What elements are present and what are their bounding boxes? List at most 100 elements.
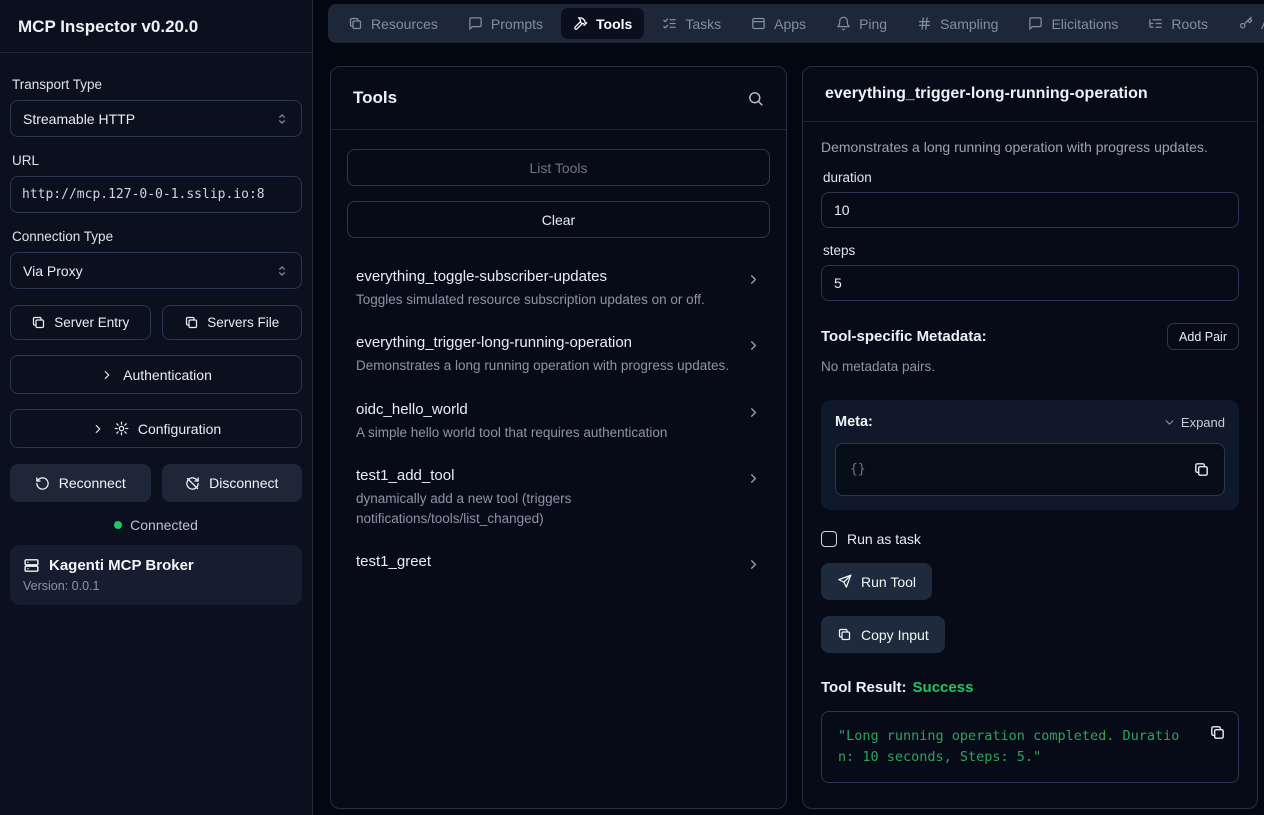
window-icon bbox=[751, 16, 766, 31]
steps-label: steps bbox=[823, 243, 1237, 258]
tool-list-item[interactable]: oidc_hello_world A simple hello world to… bbox=[356, 401, 761, 443]
tab-auth[interactable]: Auth bbox=[1226, 8, 1264, 39]
tools-panel-header: Tools bbox=[331, 67, 786, 130]
tab-roots[interactable]: Roots bbox=[1136, 8, 1220, 39]
tool-name: everything_toggle-subscriber-updates bbox=[356, 268, 736, 285]
copy-input-label: Copy Input bbox=[861, 627, 929, 643]
status-dot bbox=[114, 521, 122, 529]
chevron-right-icon bbox=[91, 422, 105, 436]
configuration-toggle[interactable]: Configuration bbox=[10, 409, 302, 448]
duration-label: duration bbox=[823, 170, 1237, 185]
server-entry-button[interactable]: Server Entry bbox=[10, 305, 151, 340]
gear-icon bbox=[114, 421, 129, 436]
meta-card-header: Meta: Expand bbox=[835, 414, 1225, 430]
url-label: URL bbox=[12, 153, 300, 168]
tool-description: dynamically add a new tool (triggers not… bbox=[356, 489, 736, 530]
tool-detail-description: Demonstrates a long running operation wi… bbox=[821, 139, 1239, 155]
tree-icon bbox=[1148, 16, 1163, 31]
result-status-badge: Success bbox=[913, 679, 974, 696]
sidebar-body: Transport Type Streamable HTTP URL Conne… bbox=[0, 53, 312, 613]
connection-buttons-row: Reconnect Disconnect bbox=[10, 464, 302, 502]
tool-list-item[interactable]: everything_trigger-long-running-operatio… bbox=[356, 334, 761, 376]
detail-panel-body: Demonstrates a long running operation wi… bbox=[803, 122, 1257, 800]
authentication-label: Authentication bbox=[123, 367, 212, 383]
clear-button[interactable]: Clear bbox=[347, 201, 770, 238]
run-as-task-label: Run as task bbox=[847, 531, 921, 547]
tool-description: Demonstrates a long running operation wi… bbox=[356, 356, 736, 376]
result-box: "Long running operation completed. Durat… bbox=[821, 711, 1239, 783]
tab-elicitations[interactable]: Elicitations bbox=[1016, 8, 1130, 39]
meta-label: Meta: bbox=[835, 414, 873, 430]
tool-name: everything_trigger-long-running-operatio… bbox=[356, 334, 736, 351]
tab-ping[interactable]: Ping bbox=[824, 8, 899, 39]
url-input[interactable] bbox=[10, 176, 302, 213]
metadata-header-row: Tool-specific Metadata: Add Pair bbox=[821, 323, 1239, 350]
chevron-right-icon bbox=[746, 272, 761, 287]
transport-type-label: Transport Type bbox=[12, 77, 300, 92]
tab-prompts[interactable]: Prompts bbox=[456, 8, 555, 39]
copy-icon[interactable] bbox=[1193, 461, 1210, 478]
tab-label: Tools bbox=[596, 16, 632, 32]
chat-icon bbox=[1028, 16, 1043, 31]
tool-list-item[interactable]: test1_add_tool dynamically add a new too… bbox=[356, 467, 761, 530]
connection-type-select[interactable]: Via Proxy bbox=[10, 252, 302, 289]
send-icon bbox=[837, 574, 852, 589]
run-as-task-row[interactable]: Run as task bbox=[821, 531, 1239, 547]
tool-name: oidc_hello_world bbox=[356, 401, 736, 418]
tool-list-item[interactable]: everything_toggle-subscriber-updates Tog… bbox=[356, 268, 761, 310]
rotate-icon bbox=[35, 476, 50, 491]
server-entry-label: Server Entry bbox=[54, 315, 129, 330]
list-checks-icon bbox=[662, 16, 677, 31]
select-chevrons-icon bbox=[275, 264, 289, 278]
top-tab-bar: Resources Prompts Tools Tasks Apps Ping … bbox=[328, 4, 1264, 43]
tab-apps[interactable]: Apps bbox=[739, 8, 818, 39]
connection-type-label: Connection Type bbox=[12, 229, 300, 244]
tab-label: Ping bbox=[859, 16, 887, 32]
reconnect-button[interactable]: Reconnect bbox=[10, 464, 151, 502]
tab-tools[interactable]: Tools bbox=[561, 8, 644, 39]
detail-panel-title: everything_trigger-long-running-operatio… bbox=[825, 85, 1148, 103]
copy-input-button[interactable]: Copy Input bbox=[821, 616, 945, 653]
sidebar: MCP Inspector v0.20.0 Transport Type Str… bbox=[0, 0, 313, 815]
transport-type-value: Streamable HTTP bbox=[23, 111, 135, 127]
disconnect-label: Disconnect bbox=[209, 475, 278, 491]
tab-label: Roots bbox=[1171, 16, 1208, 32]
run-tool-button[interactable]: Run Tool bbox=[821, 563, 932, 600]
search-icon[interactable] bbox=[747, 90, 764, 107]
tab-tasks[interactable]: Tasks bbox=[650, 8, 733, 39]
expand-toggle[interactable]: Expand bbox=[1163, 415, 1225, 430]
tab-label: Sampling bbox=[940, 16, 998, 32]
steps-input[interactable] bbox=[821, 265, 1239, 301]
list-tools-button[interactable]: List Tools bbox=[347, 149, 770, 186]
tools-list-panel: Tools List Tools Clear everything_toggle… bbox=[330, 66, 787, 809]
server-version: Version: 0.0.1 bbox=[23, 579, 289, 593]
transport-type-select[interactable]: Streamable HTTP bbox=[10, 100, 302, 137]
server-name: Kagenti MCP Broker bbox=[49, 557, 194, 574]
tab-label: Elicitations bbox=[1051, 16, 1118, 32]
hammer-icon bbox=[573, 16, 588, 31]
run-as-task-checkbox[interactable] bbox=[821, 531, 837, 547]
copy-icon[interactable] bbox=[1209, 724, 1226, 741]
status-text: Connected bbox=[130, 517, 198, 533]
disconnect-button[interactable]: Disconnect bbox=[162, 464, 303, 502]
select-chevrons-icon bbox=[275, 112, 289, 126]
duration-input[interactable] bbox=[821, 192, 1239, 228]
tab-resources[interactable]: Resources bbox=[336, 8, 450, 39]
tab-label: Apps bbox=[774, 16, 806, 32]
tools-panel-body: List Tools Clear everything_toggle-subsc… bbox=[331, 130, 786, 615]
add-pair-button[interactable]: Add Pair bbox=[1167, 323, 1239, 350]
tool-description: A simple hello world tool that requires … bbox=[356, 423, 736, 443]
tools-panel-title: Tools bbox=[353, 88, 397, 108]
tab-label: Prompts bbox=[491, 16, 543, 32]
result-text: "Long running operation completed. Durat… bbox=[838, 726, 1222, 768]
servers-file-button[interactable]: Servers File bbox=[162, 305, 303, 340]
connection-type-value: Via Proxy bbox=[23, 263, 83, 279]
authentication-toggle[interactable]: Authentication bbox=[10, 355, 302, 394]
tool-description: Toggles simulated resource subscription … bbox=[356, 290, 736, 310]
tab-sampling[interactable]: Sampling bbox=[905, 8, 1010, 39]
tool-list-item[interactable]: test1_greet bbox=[356, 553, 761, 572]
chevron-right-icon bbox=[746, 471, 761, 486]
bell-icon bbox=[836, 16, 851, 31]
chat-icon bbox=[468, 16, 483, 31]
server-info-card: Kagenti MCP Broker Version: 0.0.1 bbox=[10, 545, 302, 605]
